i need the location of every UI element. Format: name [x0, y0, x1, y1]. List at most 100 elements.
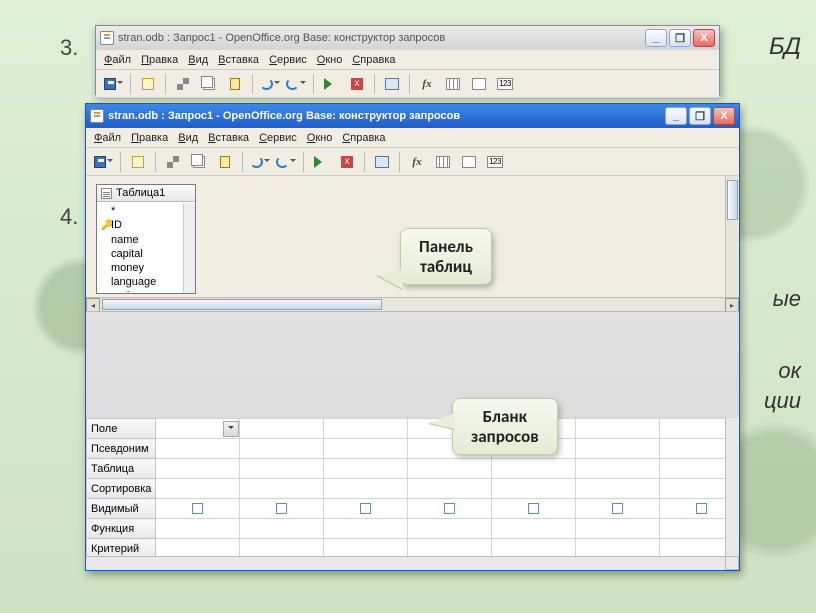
- alias-button[interactable]: [458, 151, 480, 173]
- design-grid-table[interactable]: ПолеПсевдонимТаблицаСортировкаВидимыйФун…: [86, 418, 739, 570]
- panel-scrollbar-vertical[interactable]: [725, 176, 739, 297]
- table-field[interactable]: regim: [101, 289, 191, 293]
- table-field[interactable]: name: [101, 233, 191, 247]
- grid-scrollbar-vertical[interactable]: [725, 418, 739, 556]
- grid-cell[interactable]: [240, 419, 324, 439]
- grid-cell[interactable]: [492, 459, 576, 479]
- grid-cell[interactable]: [492, 499, 576, 519]
- grid-cell[interactable]: [324, 439, 408, 459]
- grid-cell[interactable]: [408, 519, 492, 539]
- toolbar[interactable]: fx: [86, 148, 739, 176]
- grid-button[interactable]: [432, 151, 454, 173]
- titlebar[interactable]: stran.odb : Запрос1 - OpenOffice.org Bas…: [86, 104, 739, 128]
- menu-item[interactable]: Окно: [307, 132, 333, 144]
- close-button[interactable]: X: [713, 107, 735, 125]
- grid-cell[interactable]: [576, 439, 660, 459]
- visible-checkbox[interactable]: [612, 503, 623, 514]
- grid-cell[interactable]: [156, 519, 240, 539]
- grid-cell[interactable]: [240, 519, 324, 539]
- grid-cell[interactable]: [156, 479, 240, 499]
- table-source-header[interactable]: Таблица1: [97, 185, 195, 202]
- distinct-button[interactable]: [484, 151, 506, 173]
- copy-button[interactable]: [188, 151, 210, 173]
- menubar[interactable]: Файл Правка Вид Вставка Сервис Окно Справка: [86, 128, 739, 148]
- scrollbar-thumb[interactable]: [102, 299, 382, 310]
- undo-button[interactable]: [249, 151, 271, 173]
- visible-checkbox[interactable]: [528, 503, 539, 514]
- table-field[interactable]: capital: [101, 247, 191, 261]
- grid-row-header[interactable]: Поле: [87, 419, 156, 439]
- grid-row-header[interactable]: Сортировка: [87, 479, 156, 499]
- grid-cell[interactable]: [324, 419, 408, 439]
- grid-cell[interactable]: [576, 519, 660, 539]
- grid-cell[interactable]: [576, 459, 660, 479]
- grid-cell[interactable]: [408, 499, 492, 519]
- clear-button[interactable]: [336, 151, 358, 173]
- grid-cell[interactable]: [240, 499, 324, 519]
- table-field[interactable]: money: [101, 261, 191, 275]
- grid-scrollbar-horizontal[interactable]: [86, 556, 725, 570]
- scroll-right-button[interactable]: ▸: [725, 298, 739, 312]
- minimize-button[interactable]: _: [645, 29, 667, 47]
- table-field[interactable]: 🔑ID: [101, 218, 191, 233]
- grid-cell[interactable]: [156, 419, 240, 439]
- grid-row-header[interactable]: Таблица: [87, 459, 156, 479]
- close-button[interactable]: X: [693, 29, 715, 47]
- menu-item[interactable]: Сервис: [259, 132, 297, 144]
- primary-key-icon: 🔑: [101, 219, 111, 233]
- visible-checkbox[interactable]: [444, 503, 455, 514]
- maximize-button[interactable]: ❐: [689, 107, 711, 125]
- grid-cell[interactable]: [576, 419, 660, 439]
- grid-row-header[interactable]: Функция: [87, 519, 156, 539]
- grid-row-header[interactable]: Псевдоним: [87, 439, 156, 459]
- grid-row-header[interactable]: Видимый: [87, 499, 156, 519]
- grid-cell[interactable]: [156, 499, 240, 519]
- grid-cell[interactable]: [156, 439, 240, 459]
- menu-item[interactable]: Вставка: [208, 132, 249, 144]
- visible-checkbox[interactable]: [360, 503, 371, 514]
- fx-button[interactable]: fx: [406, 151, 428, 173]
- table-widget-scrollbar[interactable]: [183, 203, 195, 293]
- grid-cell[interactable]: [492, 479, 576, 499]
- grid-cell[interactable]: [240, 479, 324, 499]
- field-dropdown-button[interactable]: [223, 421, 239, 437]
- menu-item[interactable]: Справка: [342, 132, 385, 144]
- menu-item[interactable]: Файл: [94, 132, 121, 144]
- grid-cell[interactable]: [492, 519, 576, 539]
- grid-cell[interactable]: [324, 479, 408, 499]
- grid-cell[interactable]: [576, 479, 660, 499]
- addtbl-button[interactable]: [371, 151, 393, 173]
- table-field-list[interactable]: *🔑IDnamecapitalmoneylanguageregim: [97, 202, 195, 293]
- table-field[interactable]: *: [101, 204, 191, 218]
- scroll-left-button[interactable]: ◂: [86, 298, 100, 312]
- grid-cell[interactable]: [324, 499, 408, 519]
- grid-cell[interactable]: [324, 519, 408, 539]
- grid-cell[interactable]: [324, 459, 408, 479]
- visible-checkbox[interactable]: [276, 503, 287, 514]
- paste-icon: [220, 156, 230, 168]
- grid-cell[interactable]: [576, 499, 660, 519]
- grid-cell[interactable]: [156, 459, 240, 479]
- visible-checkbox[interactable]: [696, 503, 707, 514]
- query-design-grid[interactable]: ПолеПсевдонимТаблицаСортировкаВидимыйФун…: [86, 418, 739, 570]
- menu-item[interactable]: Правка: [131, 132, 168, 144]
- save-button[interactable]: [92, 151, 114, 173]
- run-button[interactable]: [310, 151, 332, 173]
- table-field[interactable]: language: [101, 275, 191, 289]
- scrollbar-thumb[interactable]: [727, 180, 738, 220]
- grid-cell[interactable]: [240, 439, 324, 459]
- minimize-button[interactable]: _: [665, 107, 687, 125]
- grid-cell[interactable]: [408, 459, 492, 479]
- edit-button[interactable]: [127, 151, 149, 173]
- cut-button[interactable]: [162, 151, 184, 173]
- redo-button[interactable]: [275, 151, 297, 173]
- maximize-button[interactable]: ❐: [669, 29, 691, 47]
- menu-item[interactable]: Вид: [178, 132, 198, 144]
- visible-checkbox[interactable]: [192, 503, 203, 514]
- paste-button[interactable]: [214, 151, 236, 173]
- panel-scrollbar-horizontal[interactable]: ◂ ▸: [86, 297, 739, 311]
- grid-cell[interactable]: [240, 459, 324, 479]
- table-source-widget[interactable]: Таблица1 *🔑IDnamecapitalmoneylanguagereg…: [96, 184, 196, 294]
- bg-text-frag-2: ые: [773, 286, 801, 312]
- grid-cell[interactable]: [408, 479, 492, 499]
